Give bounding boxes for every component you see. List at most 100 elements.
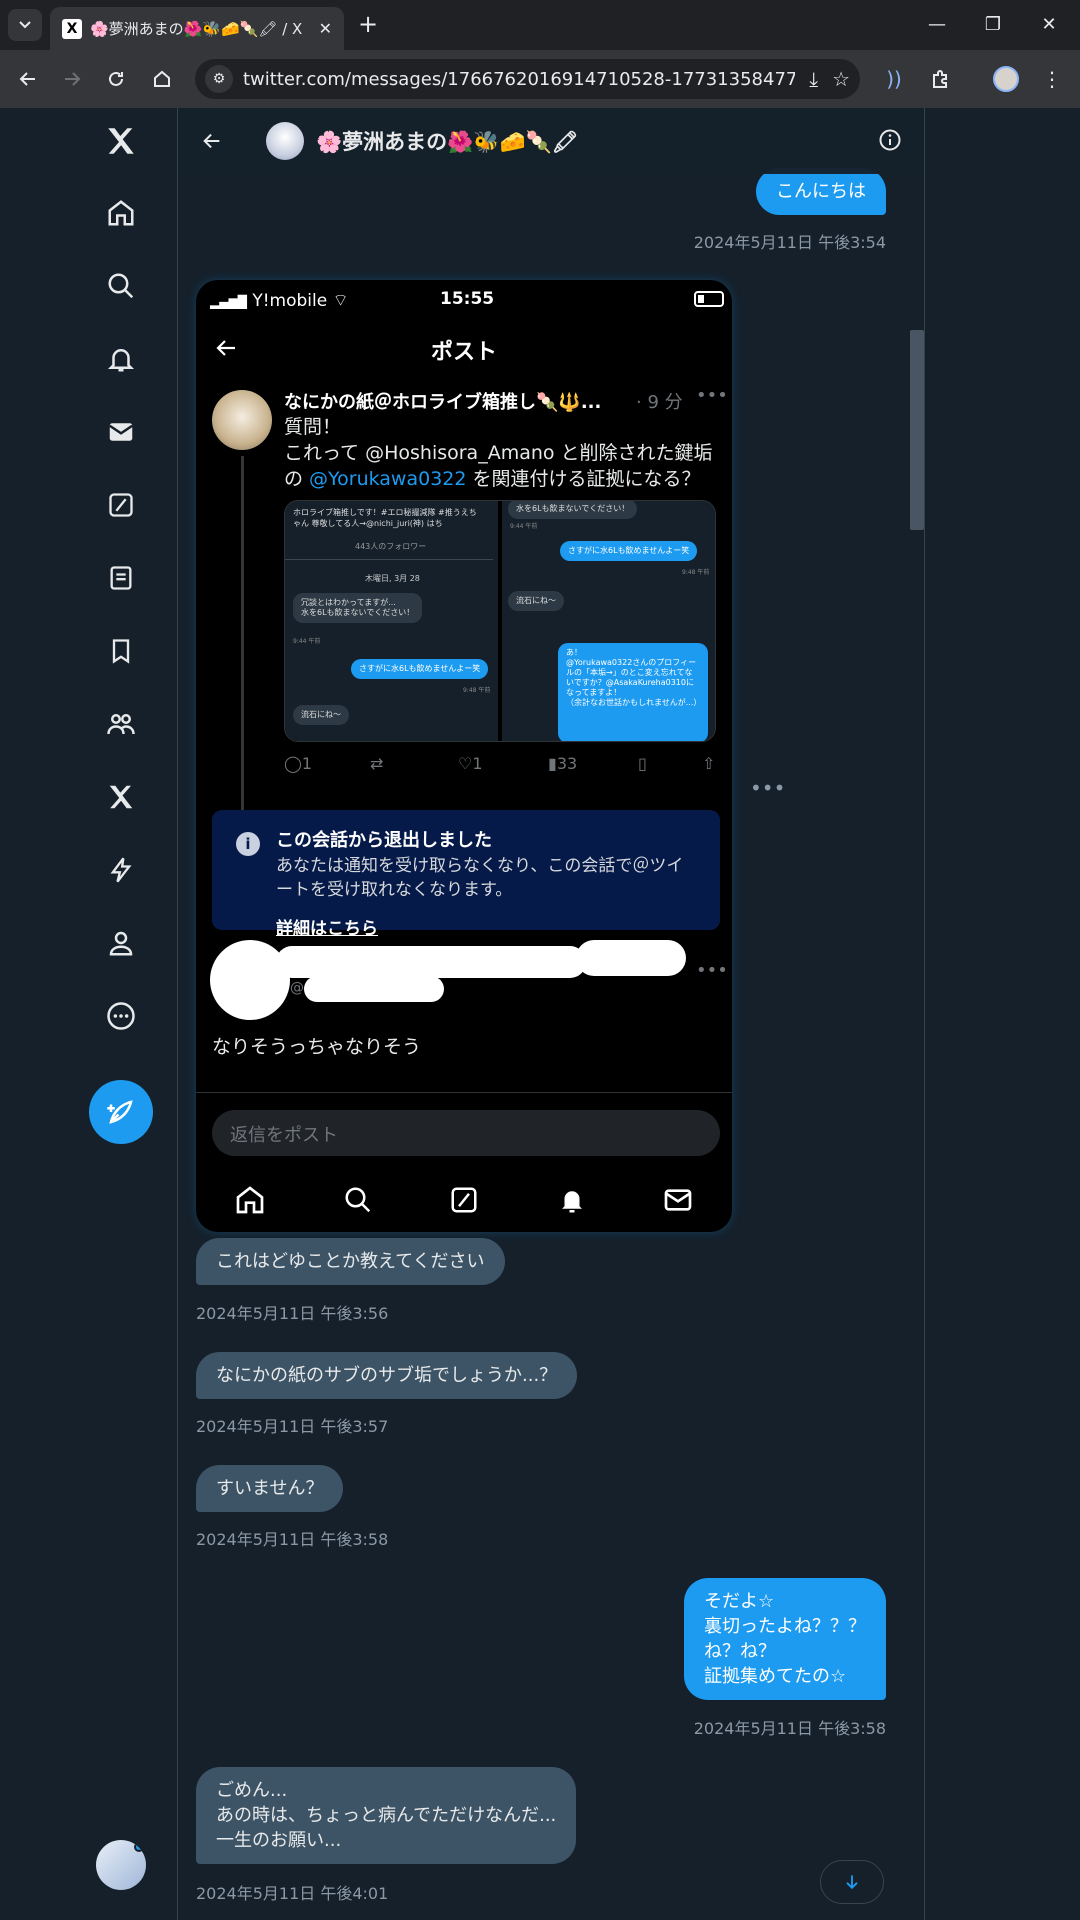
x-logo-icon[interactable]: [92, 112, 150, 170]
contact-avatar[interactable]: [266, 122, 304, 160]
message-bubble-incoming[interactable]: すいません？: [196, 1465, 344, 1512]
install-app-icon[interactable]: ⤓: [809, 67, 818, 91]
account-avatar[interactable]: [96, 1840, 146, 1890]
tweet-actions: ◯ 1 ⇄ ♡ 1 ▮ 33 ▯ ⇧: [284, 754, 724, 778]
reply-tweet-text: なりそうっちゃなりそう: [212, 1036, 422, 1058]
media-icon[interactable]: )): [878, 63, 910, 95]
phone-home-icon: [230, 1180, 270, 1220]
scroll-down-button[interactable]: [820, 1860, 884, 1904]
reply-more-icon: •••: [696, 960, 728, 981]
wifi-icon: ⌔: [332, 291, 349, 311]
thread-line: [241, 456, 244, 856]
back-arrow-icon[interactable]: [196, 125, 228, 157]
new-tab-button[interactable]: +: [352, 8, 384, 40]
conversation-header: 🌸夢洲あまの🌺🐝🧀🍡🖍: [178, 108, 924, 174]
message-bubble-outgoing[interactable]: こんにちは: [756, 168, 886, 215]
browser-menu-icon[interactable]: ⋮: [1036, 63, 1068, 95]
x-sidebar: [0, 108, 178, 1920]
more-icon[interactable]: [92, 987, 150, 1045]
notification-dot: [134, 1842, 144, 1852]
message-bubble-incoming[interactable]: なにかの紙のサブのサブ垢でしょうか...？: [196, 1352, 578, 1399]
redaction-mark: [304, 976, 444, 1002]
arrow-right-icon: [65, 72, 81, 86]
tweet-more-icon: •••: [696, 385, 728, 406]
home-icon[interactable]: [92, 184, 150, 242]
bell-icon[interactable]: [92, 330, 150, 388]
reload-button[interactable]: [100, 63, 132, 95]
bookmark-star-icon[interactable]: ☆: [832, 67, 850, 91]
tab-search-button[interactable]: [8, 9, 42, 41]
address-bar[interactable]: ⚙ twitter.com/messages/17667620169147105…: [195, 59, 860, 99]
close-tab-icon[interactable]: ✕: [319, 19, 332, 38]
x-favicon-icon: X: [62, 18, 82, 39]
premium-icon[interactable]: [92, 768, 150, 826]
battery-icon: [694, 291, 724, 307]
message-more-icon[interactable]: •••: [750, 776, 785, 800]
communities-icon[interactable]: [92, 695, 150, 753]
reload-icon: [109, 71, 123, 86]
scrollbar-thumb[interactable]: [910, 330, 924, 530]
phone-grok-icon: [444, 1180, 484, 1220]
tweet-image-left: ホロライブ箱推しです！#エロ秘撮減隊 #推うえちゃん 尊敬してる人→@nichi…: [285, 501, 498, 741]
url-text[interactable]: twitter.com/messages/1766762016914710528…: [243, 69, 795, 90]
reply-input: 返信をポスト: [212, 1110, 720, 1156]
browser-tabstrip: X 🌸夢洲あまの🌺🐝🧀🍡🖍 / X ✕ + — ❐ ✕: [0, 0, 1080, 50]
puzzle-icon: [933, 70, 947, 88]
chevron-down-icon: [19, 21, 31, 29]
phone-bell-icon: [552, 1180, 592, 1220]
divider: [196, 1092, 732, 1093]
message-bubble-incoming[interactable]: これはどゆことか教えてください: [196, 1238, 505, 1285]
tweet-author-avatar: [212, 390, 272, 450]
back-button[interactable]: [12, 63, 44, 95]
views-icon: ▮ 33: [548, 754, 578, 773]
tweet-image-right: 水を6Lも飲まないでください！ 9:44 午前 さすがに水6Lも飲めませんよー笑…: [502, 501, 715, 741]
redaction-mark: [576, 940, 686, 976]
browser-tab[interactable]: X 🌸夢洲あまの🌺🐝🧀🍡🖍 / X ✕: [50, 7, 344, 50]
grok-icon[interactable]: [92, 476, 150, 534]
message-timestamp: 2024年5月11日 午後3:58: [693, 1719, 886, 1738]
message-timestamp: 2024年5月11日 午後3:54: [693, 233, 886, 252]
message-timestamp: 2024年5月11日 午後3:58: [196, 1530, 389, 1549]
phone-mail-icon: [658, 1180, 698, 1220]
forward-button[interactable]: [56, 63, 88, 95]
restore-icon[interactable]: ❐: [970, 6, 1016, 42]
attached-screenshot-image[interactable]: ▂▄▆█ Y!mobile ⌔ 15:55 ポスト なにかの紙＠ホロライブ箱推し…: [196, 280, 732, 1232]
extensions-icon[interactable]: [925, 63, 957, 95]
reply-icon: ◯ 1: [284, 754, 313, 773]
message-bubble-incoming[interactable]: ごめん... あの時は、ちょっと病んでただけなんだ... 一生のお願い...: [196, 1767, 577, 1864]
browser-profile-avatar[interactable]: [993, 66, 1019, 92]
verified-orgs-icon[interactable]: [92, 841, 150, 899]
retweet-icon: ⇄: [370, 754, 384, 773]
bookmark-icon[interactable]: [92, 622, 150, 680]
message-bubble-outgoing[interactable]: そだよ☆ 裏切ったよね？？？ ね？ね？ 証拠集めてたの☆: [684, 1578, 886, 1700]
home-button[interactable]: [146, 63, 178, 95]
left-conversation-notice: i この会話から退出しました あなたは通知を受け取らなくなり、この会話で＠ツイー…: [212, 810, 720, 939]
scrollbar[interactable]: [904, 174, 924, 1920]
notice-body: あなたは通知を受け取らなくなり、この会話で＠ツイートを受け取れなくなります。: [276, 856, 684, 900]
search-icon[interactable]: [92, 257, 150, 315]
phone-post-title: ポスト: [430, 340, 497, 365]
lists-icon[interactable]: [92, 549, 150, 607]
message-timestamp: 2024年5月11日 午後3:57: [196, 1417, 389, 1436]
info-icon[interactable]: [878, 128, 904, 154]
bookmark-small-icon: ▯: [638, 754, 647, 773]
notice-link: 詳細はこちら: [276, 919, 378, 939]
site-info-icon[interactable]: ⚙: [205, 65, 233, 93]
info-small-icon: i: [236, 832, 260, 856]
compose-button[interactable]: [89, 1080, 153, 1144]
contact-name[interactable]: 🌸夢洲あまの🌺🐝🧀🍡🖍: [316, 126, 578, 156]
redacted-handle: @: [290, 980, 304, 996]
conversation-pane: 🌸夢洲あまの🌺🐝🧀🍡🖍 こんにちは 2024年5月11日 午後3:54 ▂▄▆█…: [178, 108, 924, 1920]
profile-icon[interactable]: [92, 914, 150, 972]
right-column: [924, 108, 1080, 1920]
minimize-icon[interactable]: —: [914, 6, 960, 42]
tab-title: 🌸夢洲あまの🌺🐝🧀🍡🖍 / X: [90, 20, 303, 38]
home-outline-icon: [154, 70, 170, 87]
phone-post-header: ポスト: [196, 322, 732, 374]
phone-time: 15:55: [440, 289, 495, 309]
scroll-down-icon: [846, 1875, 858, 1890]
mail-icon[interactable]: [92, 403, 150, 461]
close-window-icon[interactable]: ✕: [1026, 6, 1072, 42]
phone-status-bar: ▂▄▆█ Y!mobile ⌔ 15:55: [196, 280, 732, 320]
compose-icon: [107, 1100, 133, 1124]
